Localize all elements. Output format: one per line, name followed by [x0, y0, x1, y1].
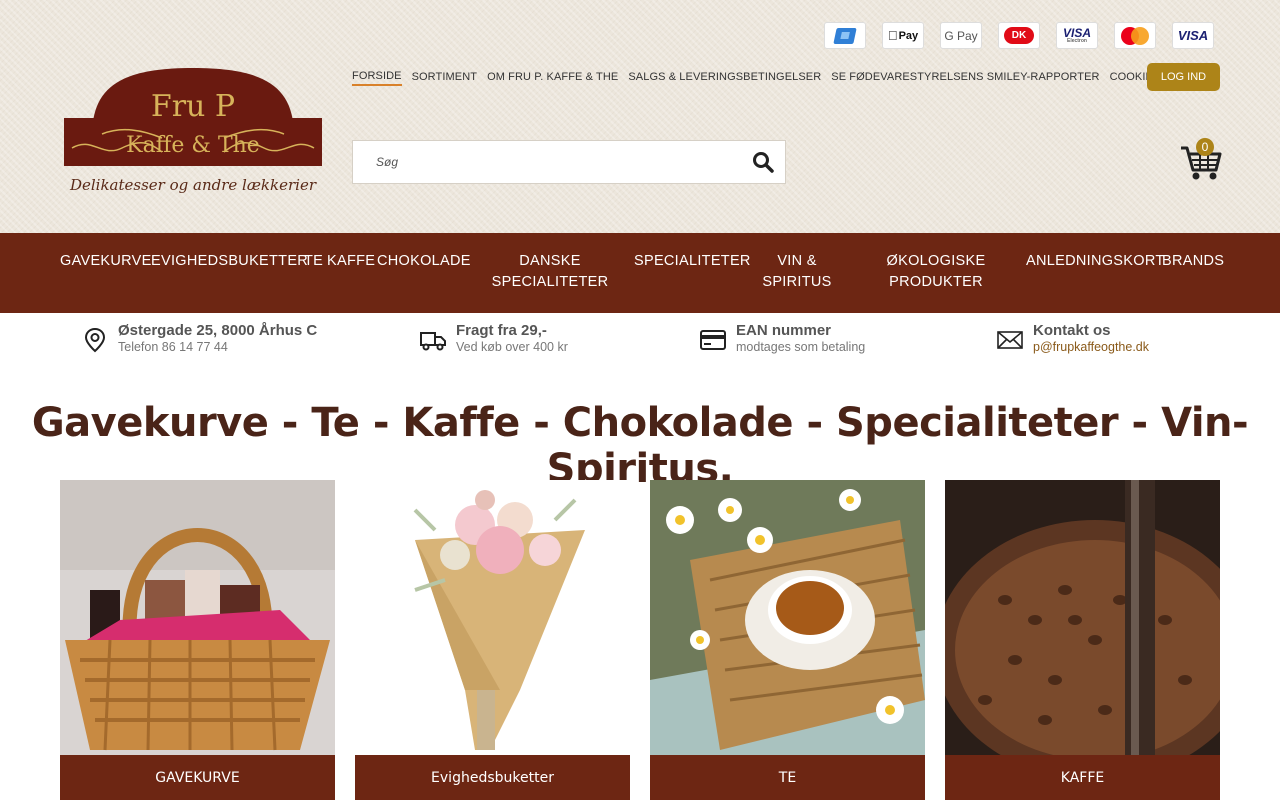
gift-basket-image	[60, 480, 335, 755]
category-label[interactable]: Evighedsbuketter	[355, 755, 630, 800]
svg-text:Delikatesser og andre lækkerie: Delikatesser og andre lækkerier	[69, 176, 317, 194]
location-pin-icon	[84, 327, 106, 353]
site-header: Pay G Pay DK VISAElectron VISA Fru P Ka…	[0, 0, 1280, 233]
top-nav: Forside Sortiment Om Fru P. Kaffe & The …	[352, 70, 1160, 86]
top-nav-smiley[interactable]: Se Fødevarestyrelsens smiley-rapporter	[831, 71, 1099, 85]
category-card-evighedsbuketter[interactable]: Evighedsbuketter	[355, 480, 630, 800]
nav-vin-spiritus[interactable]: Vin & spiritus	[757, 251, 837, 293]
info-contact: Kontakt os p@frupkaffeogthe.dk	[997, 313, 1149, 354]
main-category-nav: Gavekurve Evighedsbuketter Te Kaffe Chok…	[0, 233, 1280, 313]
nav-evighedsbuketter[interactable]: Evighedsbuketter	[151, 251, 308, 272]
category-card-kaffe[interactable]: KAFFE	[945, 480, 1220, 800]
login-button[interactable]: LOG IND	[1147, 63, 1220, 91]
info-contact-title: Kontakt os	[1033, 322, 1111, 339]
info-shipping-sub: Ved køb over 400 kr	[456, 340, 568, 354]
credit-card-icon	[700, 330, 726, 350]
tea-cup-image	[650, 480, 925, 755]
page-headline: Gavekurve - Te - Kaffe - Chokolade - Spe…	[31, 400, 1249, 492]
nav-chokolade[interactable]: Chokolade	[377, 251, 471, 272]
category-card-te[interactable]: TE	[650, 480, 925, 800]
flower-bouquet-image	[355, 480, 630, 755]
site-logo[interactable]: Fru P Kaffe & The Delikatesser og andre …	[62, 66, 324, 206]
top-nav-betingelser[interactable]: Salgs & leveringsbetingelser	[628, 71, 821, 85]
visa-icon: VISA	[1172, 22, 1214, 49]
info-address-phone: Telefon 86 14 77 44	[118, 340, 228, 354]
search-button[interactable]	[741, 141, 785, 183]
info-shipping: Fragt fra 29,- Ved køb over 400 kr	[420, 313, 568, 354]
googlepay-icon: G Pay	[940, 22, 982, 49]
nav-brands[interactable]: Brands	[1162, 251, 1224, 272]
category-card-gavekurve[interactable]: GAVEKURVE	[60, 480, 335, 800]
payment-methods: Pay G Pay DK VISAElectron VISA	[824, 22, 1214, 49]
info-address: Østergade 25, 8000 Århus C Telefon 86 14…	[82, 313, 317, 354]
top-nav-om[interactable]: Om Fru P. Kaffe & The	[487, 71, 618, 85]
category-label[interactable]: KAFFE	[945, 755, 1220, 800]
search-icon	[753, 152, 774, 173]
nav-okologiske-produkter[interactable]: Økologiske produkter	[876, 251, 996, 293]
cart-count-badge: 0	[1196, 138, 1214, 156]
nav-te[interactable]: Te	[304, 251, 323, 272]
mastercard-icon	[1114, 22, 1156, 49]
envelope-icon	[997, 331, 1023, 349]
nav-danske-specialiteter[interactable]: Danske specialiteter	[490, 251, 610, 293]
coffee-beans-image	[945, 480, 1220, 755]
nav-specialiteter[interactable]: Specialiteter	[634, 251, 751, 272]
top-nav-sortiment[interactable]: Sortiment	[412, 71, 477, 85]
search-input[interactable]	[353, 141, 741, 183]
visa-electron-icon: VISA Electron	[1056, 22, 1098, 49]
applepay-icon: Pay	[882, 22, 924, 49]
info-address-title: Østergade 25, 8000 Århus C	[118, 322, 318, 339]
search-bar	[352, 140, 786, 184]
nav-kaffe[interactable]: Kaffe	[327, 251, 375, 272]
svg-text:Fru P: Fru P	[151, 89, 235, 124]
cart-button[interactable]: 0	[1180, 138, 1222, 182]
info-bar: Østergade 25, 8000 Århus C Telefon 86 14…	[0, 313, 1280, 373]
nav-anledningskort[interactable]: Anledningskort	[1026, 251, 1165, 272]
contact-email-link[interactable]: p@frupkaffeogthe.dk	[1033, 340, 1149, 354]
category-label[interactable]: TE	[650, 755, 925, 800]
mobilepay-icon	[824, 22, 866, 49]
nav-gavekurve[interactable]: Gavekurve	[60, 251, 152, 272]
top-nav-forside[interactable]: Forside	[352, 70, 402, 86]
category-label[interactable]: GAVEKURVE	[60, 755, 335, 800]
info-ean-sub: modtages som betaling	[736, 340, 866, 354]
info-ean: EAN nummer modtages som betaling	[700, 313, 865, 354]
svg-text:Kaffe & The: Kaffe & The	[126, 133, 260, 158]
truck-icon	[420, 332, 446, 351]
dankort-icon: DK	[998, 22, 1040, 49]
info-ean-title: EAN nummer	[736, 322, 832, 339]
info-shipping-title: Fragt fra 29,-	[456, 322, 547, 339]
